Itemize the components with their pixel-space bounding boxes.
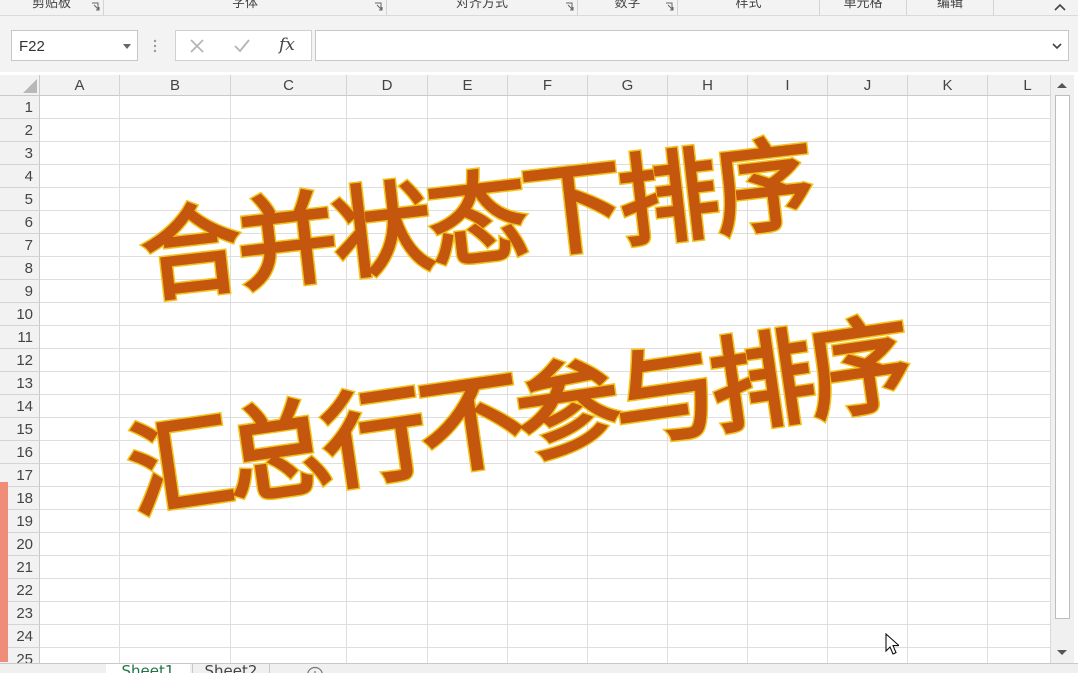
grid-horizontal-line	[40, 555, 1050, 556]
column-header-a[interactable]: A	[40, 75, 120, 96]
grid-horizontal-line	[40, 118, 1050, 119]
row-header-7[interactable]: 7	[0, 234, 40, 257]
row-header-9[interactable]: 9	[0, 280, 40, 303]
ribbon-group-label: 数字	[614, 0, 641, 11]
grid-vertical-line	[987, 96, 988, 665]
formula-input[interactable]	[315, 30, 1069, 61]
insert-function-button[interactable]: fx	[279, 35, 295, 55]
tab-sheet1[interactable]: Sheet1	[106, 664, 190, 673]
drag-handle-icon[interactable]	[152, 38, 158, 54]
select-all-button[interactable]	[0, 75, 40, 96]
ribbon-group-label: 字体	[231, 0, 258, 11]
scroll-up-arrow-icon[interactable]	[1054, 79, 1070, 91]
grid-vertical-line	[119, 96, 120, 665]
column-header-d[interactable]: D	[347, 75, 428, 96]
column-header-l[interactable]: L	[988, 75, 1050, 96]
column-header-e[interactable]: E	[428, 75, 508, 96]
column-header-i[interactable]: I	[748, 75, 828, 96]
scroll-down-arrow-icon[interactable]	[1054, 647, 1070, 659]
row-header-3[interactable]: 3	[0, 142, 40, 165]
check-icon[interactable]	[233, 37, 251, 55]
ribbon-group-label: 单元格	[843, 0, 883, 11]
grid-horizontal-line	[40, 578, 1050, 579]
select-all-triangle-icon	[23, 79, 37, 93]
column-header-h[interactable]: H	[668, 75, 748, 96]
vertical-scrollbar[interactable]	[1050, 75, 1074, 663]
chevron-down-icon[interactable]	[123, 44, 131, 49]
row-header-14[interactable]: 14	[0, 395, 40, 418]
dialog-launcher-icon[interactable]	[91, 2, 100, 11]
row-header-12[interactable]: 12	[0, 349, 40, 372]
grid-horizontal-line	[40, 601, 1050, 602]
column-header-f[interactable]: F	[508, 75, 588, 96]
formula-bar: F22 fx	[0, 16, 1078, 72]
grid-horizontal-line	[40, 532, 1050, 533]
ribbon-group-label: 样式	[735, 0, 762, 11]
formula-buttons: fx	[175, 30, 312, 61]
ribbon-group-cells: 单元格	[820, 0, 907, 15]
column-header-b[interactable]: B	[120, 75, 231, 96]
column-header-j[interactable]: J	[828, 75, 908, 96]
ribbon-group-label: 剪贴板	[31, 0, 71, 11]
left-edge-strip	[0, 482, 8, 662]
column-header-k[interactable]: K	[908, 75, 988, 96]
ribbon-group-labels: 剪贴板 字体 对齐方式 数字 样式 单元格 编辑	[0, 0, 1078, 16]
ribbon-group-editing: 编辑	[907, 0, 994, 15]
ribbon-group-font: 字体	[104, 0, 387, 15]
row-header-5[interactable]: 5	[0, 188, 40, 211]
chevron-down-icon[interactable]	[1052, 43, 1062, 49]
row-header-16[interactable]: 16	[0, 441, 40, 464]
ribbon-group-alignment: 对齐方式	[387, 0, 578, 15]
row-header-1[interactable]: 1	[0, 96, 40, 119]
chevron-up-icon[interactable]	[1052, 0, 1068, 14]
ribbon-group-label: 对齐方式	[455, 0, 508, 11]
mouse-pointer-icon	[885, 633, 899, 655]
row-header-13[interactable]: 13	[0, 372, 40, 395]
ribbon-group-number: 数字	[578, 0, 678, 15]
sheet-tab-bar: Sheet1 Sheet2	[0, 663, 1078, 673]
row-header-4[interactable]: 4	[0, 165, 40, 188]
ribbon-group-label: 编辑	[936, 0, 963, 11]
dialog-launcher-icon[interactable]	[374, 2, 383, 11]
tab-sheet2[interactable]: Sheet2	[192, 664, 270, 673]
horizontal-scrollbar[interactable]	[662, 666, 1048, 673]
ribbon-group-clipboard: 剪贴板	[0, 0, 104, 15]
row-header-8[interactable]: 8	[0, 257, 40, 280]
row-header-11[interactable]: 11	[0, 326, 40, 349]
scroll-thumb[interactable]	[1055, 95, 1070, 619]
column-header-c[interactable]: C	[231, 75, 347, 96]
column-header-g[interactable]: G	[588, 75, 668, 96]
name-box[interactable]: F22	[11, 30, 138, 61]
dialog-launcher-icon[interactable]	[665, 2, 674, 11]
add-sheet-icon[interactable]	[306, 666, 324, 673]
close-icon[interactable]	[188, 37, 206, 55]
row-header-15[interactable]: 15	[0, 418, 40, 441]
row-header-10[interactable]: 10	[0, 303, 40, 326]
grid-horizontal-line	[40, 624, 1050, 625]
row-header-2[interactable]: 2	[0, 119, 40, 142]
ribbon-group-styles: 样式	[678, 0, 820, 15]
name-box-value: F22	[19, 38, 45, 55]
dialog-launcher-icon[interactable]	[565, 2, 574, 11]
row-header-6[interactable]: 6	[0, 211, 40, 234]
